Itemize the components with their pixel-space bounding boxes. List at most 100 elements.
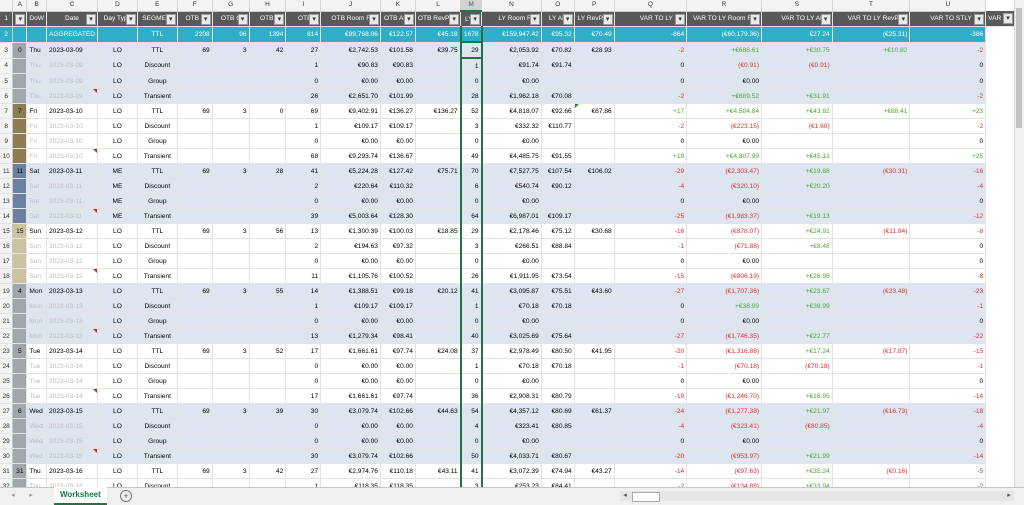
cell-lyrev[interactable]: €7,527.75: [481, 163, 542, 179]
cell-vadr[interactable]: +€38.99: [761, 298, 833, 314]
cell-oo[interactable]: [212, 373, 250, 389]
cell-lyrev[interactable]: €4,485.75: [481, 148, 542, 164]
cell-sa[interactable]: [177, 88, 213, 104]
date-cell[interactable]: 2023-03-09: [46, 42, 99, 59]
cell-rev[interactable]: €0.00: [320, 373, 381, 389]
cell-revpar[interactable]: €43.11: [415, 463, 462, 479]
segment-cell[interactable]: TTL: [137, 103, 178, 119]
date-cell[interactable]: 2023-03-16: [46, 463, 99, 479]
cell-lyr[interactable]: 36: [459, 388, 483, 404]
column-header-r[interactable]: R: [686, 0, 763, 12]
cell-av[interactable]: 56: [249, 223, 287, 239]
cell-vstly[interactable]: -16: [909, 163, 987, 179]
cell-vstly[interactable]: -12: [909, 208, 987, 224]
cell-lyrev[interactable]: €2,178.46: [481, 223, 542, 239]
header-cell[interactable]: OTB Room Rev: [320, 11, 381, 27]
cell-vrn[interactable]: -4: [614, 178, 688, 194]
cell-vstly[interactable]: -14: [909, 388, 987, 404]
cell-av[interactable]: [249, 118, 287, 134]
cell-oo[interactable]: 3: [212, 283, 250, 299]
column-header-j[interactable]: J: [320, 0, 381, 12]
cell-vrn[interactable]: -29: [614, 163, 688, 179]
header-cell[interactable]: VAR TO LY Room Rev: [686, 11, 763, 27]
cell-sa[interactable]: [177, 298, 213, 314]
cell-adr[interactable]: €101.58: [380, 42, 416, 59]
cell-sa[interactable]: [177, 433, 213, 449]
cell-vrev[interactable]: (€1,246.70): [686, 388, 763, 404]
cell-sa[interactable]: [177, 133, 213, 149]
cell-vadr[interactable]: +€26.98: [761, 268, 833, 284]
dow-cell[interactable]: Sun: [26, 268, 47, 284]
day-type-cell[interactable]: LO: [97, 463, 138, 479]
cell-oo[interactable]: 3: [212, 223, 250, 239]
group-cell[interactable]: [12, 178, 28, 194]
segment-cell[interactable]: Transient: [137, 328, 178, 344]
cell-lyrev[interactable]: €0.00: [481, 433, 542, 449]
cell-lyrevpar[interactable]: [574, 238, 615, 254]
cell-rev[interactable]: €5,224.28: [320, 163, 381, 179]
cell-lyrevpar[interactable]: [574, 133, 615, 149]
cell-revpar[interactable]: [415, 118, 462, 134]
dow-cell[interactable]: Mon: [26, 328, 47, 344]
row-number[interactable]: 12: [0, 178, 14, 194]
cell-adr[interactable]: €0.00: [380, 193, 416, 209]
cell-oo[interactable]: 3: [212, 103, 250, 119]
cell-sa[interactable]: [177, 313, 213, 329]
date-cell[interactable]: 2023-03-12: [46, 268, 99, 284]
segment-cell[interactable]: TTL: [137, 343, 178, 359]
cell-sa[interactable]: 69: [177, 223, 213, 239]
cell-rn[interactable]: 17: [285, 343, 322, 359]
cell-lyrevpar[interactable]: [574, 298, 615, 314]
cell-vadr[interactable]: +€45.12: [761, 148, 833, 164]
cell-vstly[interactable]: -14: [909, 448, 987, 464]
day-type-cell[interactable]: LO: [97, 373, 138, 389]
cell-av[interactable]: 39: [249, 403, 287, 419]
cell-vrevpar[interactable]: [832, 238, 911, 254]
cell-lyr[interactable]: 29: [459, 223, 483, 239]
cell-vrev[interactable]: (€1,277.38): [686, 403, 763, 419]
cell-rev[interactable]: €2,974.76: [320, 463, 381, 479]
row-number[interactable]: 17: [0, 253, 14, 269]
group-cell[interactable]: [12, 328, 28, 344]
cell-vstly[interactable]: -2: [909, 42, 987, 59]
cell-vrevpar[interactable]: (€16.73): [832, 403, 911, 419]
segment-cell[interactable]: Discount: [137, 418, 178, 434]
cell-rev[interactable]: €90.83: [320, 58, 381, 74]
cell-av[interactable]: [249, 238, 287, 254]
column-header-e[interactable]: E: [137, 0, 178, 12]
cell-lyadr[interactable]: €80.79: [541, 388, 575, 404]
column-header-u[interactable]: U: [909, 0, 987, 12]
cell-sa[interactable]: [177, 193, 213, 209]
date-cell[interactable]: 2023-03-13: [46, 283, 99, 299]
cell-vrn[interactable]: -24: [614, 403, 688, 419]
segment-cell[interactable]: Group: [137, 373, 178, 389]
cell-revpar[interactable]: [415, 58, 462, 74]
cell-vadr[interactable]: +€19.13: [761, 208, 833, 224]
cell-lyrev[interactable]: €70.18: [481, 298, 542, 314]
cell-lyr[interactable]: 0: [459, 313, 483, 329]
horizontal-scrollbar[interactable]: ◂ ▸: [620, 491, 1014, 502]
header-cell[interactable]: VAR TO LY RevPAR: [832, 11, 911, 27]
cell-adr[interactable]: €0.00: [380, 133, 416, 149]
cell-vadr[interactable]: +€19.88: [761, 163, 833, 179]
cell-adr[interactable]: €101.99: [380, 88, 416, 104]
cell-revpar[interactable]: [415, 148, 462, 164]
cell-av[interactable]: 28: [249, 163, 287, 179]
cell-lyadr[interactable]: €70.18: [541, 298, 575, 314]
cell-vrev[interactable]: (€2,303.47): [686, 163, 763, 179]
cell-vrevpar[interactable]: (€30.31): [832, 163, 911, 179]
cell-lyadr[interactable]: €90.12: [541, 178, 575, 194]
cell-lyr[interactable]: 1: [459, 298, 483, 314]
cell-revpar[interactable]: €44.63: [415, 403, 462, 419]
header-cell[interactable]: LY Room Rev: [481, 11, 542, 27]
cell-vstly[interactable]: 0: [909, 238, 987, 254]
cell-revpar[interactable]: [415, 313, 462, 329]
cell-vrev[interactable]: (€806.19): [686, 268, 763, 284]
cell-vadr[interactable]: (€70.18): [761, 358, 833, 374]
cell-adr[interactable]: €0.00: [380, 373, 416, 389]
segment-cell[interactable]: TTL: [137, 223, 178, 239]
row-number[interactable]: 14: [0, 208, 14, 224]
day-type-cell[interactable]: LO: [97, 133, 138, 149]
cell-av[interactable]: [249, 418, 287, 434]
cell-revpar[interactable]: [415, 328, 462, 344]
